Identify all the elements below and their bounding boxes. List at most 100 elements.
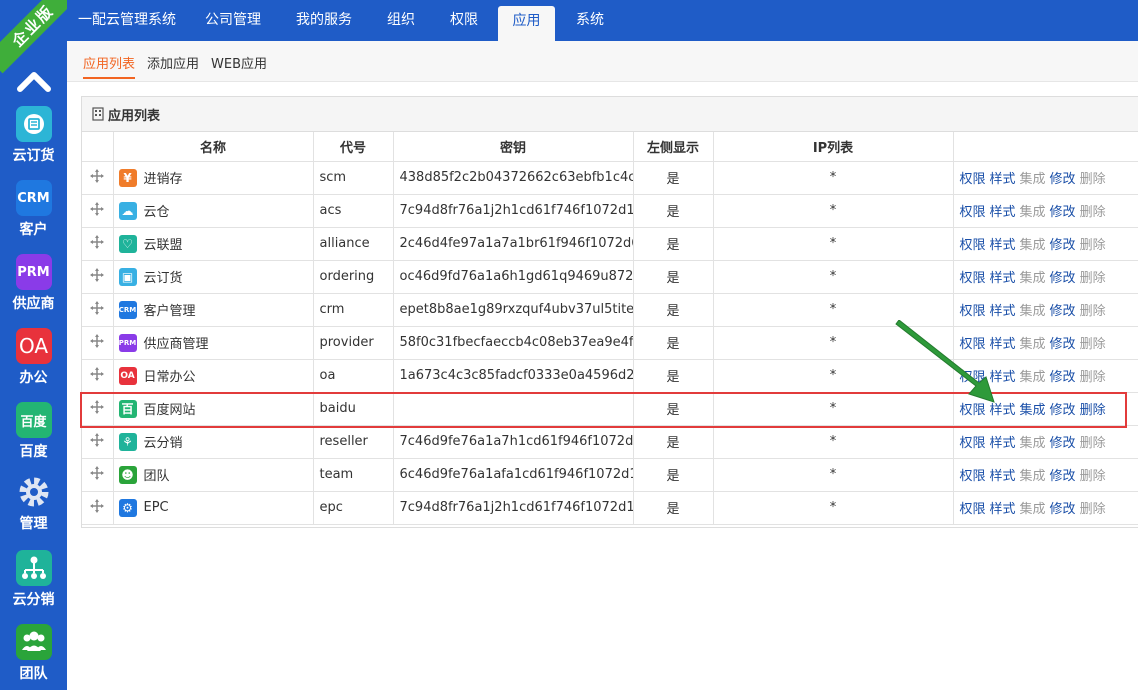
sidebar-app-label: 百度: [19, 444, 48, 460]
edit-link[interactable]: 修改: [1050, 436, 1076, 451]
tab-my-services[interactable]: 我的服务: [296, 0, 352, 41]
table-row: PRM 供应商管理 provider 58f0c31fbecfaeccb4c08eb3…: [82, 326, 1138, 360]
app-name: 进销存: [143, 172, 183, 187]
tab-permission[interactable]: 权限: [450, 0, 478, 41]
sidebar-app-gear[interactable]: 管理: [0, 474, 67, 533]
top-navigation: 一配云管理系统 公司管理 我的服务 组织 权限 应用 系统: [67, 0, 1138, 41]
actions-cell: 权限 样式 集成 修改 删除: [953, 392, 1138, 426]
ip-list: *: [713, 293, 954, 327]
app-name-cell: ▣ 云订货: [113, 260, 314, 294]
edit-link[interactable]: 修改: [1050, 238, 1076, 253]
integrate-link: 集成: [1019, 172, 1046, 187]
drag-cell: [82, 392, 114, 426]
sidebar-app-prm[interactable]: PRM 供应商: [0, 254, 67, 313]
permission-link[interactable]: 权限: [960, 205, 986, 220]
move-handle-icon[interactable]: [90, 432, 105, 451]
sub-navigation: 应用列表 添加应用 WEB应用: [67, 41, 1138, 82]
style-link[interactable]: 样式: [990, 370, 1016, 385]
tab-system[interactable]: 系统: [576, 0, 604, 41]
sidebar-app-crm[interactable]: CRM 客户: [0, 180, 67, 239]
app-key: oc46d9fd76a1a6h1gd61q9469u872d1e: [393, 260, 634, 294]
style-link[interactable]: 样式: [990, 403, 1016, 418]
tab-applications[interactable]: 应用: [498, 6, 555, 41]
style-link[interactable]: 样式: [990, 172, 1016, 187]
move-handle-icon[interactable]: [90, 333, 105, 352]
permission-link[interactable]: 权限: [960, 370, 986, 385]
sidebar-app-ordering[interactable]: 云订货: [0, 106, 67, 165]
subtab-app-list[interactable]: 应用列表: [83, 53, 136, 79]
tab-organization[interactable]: 组织: [387, 0, 415, 41]
style-link[interactable]: 样式: [990, 502, 1016, 517]
app-code: team: [313, 458, 394, 492]
drag-cell: [82, 458, 114, 492]
move-handle-icon[interactable]: [90, 234, 105, 253]
permission-link[interactable]: 权限: [960, 304, 986, 319]
table-row: OA 日常办公 oa 1a673c4c3c85fadcf0333e0a4596d220…: [82, 359, 1138, 393]
style-link[interactable]: 样式: [990, 271, 1016, 286]
table-row: ☁ 云仓 acs 7c94d8fr76a1j2h1cd61f746f1072d1n 是 *…: [82, 194, 1138, 228]
delete-link: 删除: [1079, 271, 1106, 286]
app-name-cell: ¥ 进销存: [113, 161, 314, 195]
edit-link[interactable]: 修改: [1050, 403, 1076, 418]
left-display: 是: [633, 194, 714, 228]
move-handle-icon[interactable]: [90, 366, 105, 385]
baidu-icon: 百: [118, 399, 137, 418]
edit-link[interactable]: 修改: [1050, 205, 1076, 220]
edit-link[interactable]: 修改: [1050, 271, 1076, 286]
style-link[interactable]: 样式: [990, 304, 1016, 319]
move-handle-icon[interactable]: [90, 168, 105, 187]
sidebar-app-team[interactable]: 团队: [0, 624, 67, 683]
subtab-web-app[interactable]: WEB应用: [211, 53, 267, 77]
sidebar-app-baidu[interactable]: 百度 百度: [0, 402, 67, 461]
ip-list: *: [713, 359, 954, 393]
chevron-up-icon[interactable]: [14, 66, 54, 96]
sidebar-app-label: 管理: [19, 516, 48, 532]
edit-link[interactable]: 修改: [1050, 469, 1076, 484]
style-link[interactable]: 样式: [990, 337, 1016, 352]
app-name: 云联盟: [143, 238, 183, 253]
permission-link[interactable]: 权限: [960, 337, 986, 352]
move-handle-icon[interactable]: [90, 399, 105, 418]
brand-title: 一配云管理系统: [78, 12, 176, 28]
move-handle-icon[interactable]: [90, 498, 105, 517]
app-name-cell: OA 日常办公: [113, 359, 314, 393]
style-link[interactable]: 样式: [990, 238, 1016, 253]
edit-link[interactable]: 修改: [1050, 370, 1076, 385]
permission-link[interactable]: 权限: [960, 469, 986, 484]
permission-link[interactable]: 权限: [960, 238, 986, 253]
move-handle-icon[interactable]: [90, 201, 105, 220]
integrate-link[interactable]: 集成: [1020, 403, 1046, 418]
delete-link: 删除: [1079, 469, 1106, 484]
actions-cell: 权限 样式 集成 修改 删除: [953, 425, 1138, 459]
move-handle-icon[interactable]: [90, 465, 105, 484]
delete-link[interactable]: 删除: [1080, 403, 1106, 418]
style-link[interactable]: 样式: [990, 205, 1016, 220]
permission-link[interactable]: 权限: [960, 172, 986, 187]
ip-list: *: [713, 458, 954, 492]
integrate-link: 集成: [1019, 271, 1046, 286]
move-handle-icon[interactable]: [90, 300, 105, 319]
permission-link[interactable]: 权限: [960, 271, 986, 286]
sidebar-app-reseller[interactable]: 云分销: [0, 550, 67, 609]
integrate-link: 集成: [1019, 304, 1046, 319]
edit-link[interactable]: 修改: [1050, 337, 1076, 352]
permission-link[interactable]: 权限: [960, 502, 986, 517]
app-name-cell: PRM 供应商管理: [113, 326, 314, 360]
subtab-add-app[interactable]: 添加应用: [147, 53, 199, 77]
edit-link[interactable]: 修改: [1050, 172, 1076, 187]
sidebar-app-oa[interactable]: OA 办公: [0, 328, 67, 387]
tab-company[interactable]: 公司管理: [205, 0, 261, 41]
permission-link[interactable]: 权限: [960, 436, 986, 451]
edit-link[interactable]: 修改: [1050, 304, 1076, 319]
integrate-link: 集成: [1019, 205, 1046, 220]
style-link[interactable]: 样式: [990, 469, 1016, 484]
left-display: 是: [633, 392, 714, 426]
move-handle-icon[interactable]: [90, 267, 105, 286]
actions-cell: 权限 样式 集成 修改 删除: [953, 161, 1138, 195]
edit-link[interactable]: 修改: [1050, 502, 1076, 517]
col-key: 密钥: [393, 132, 634, 162]
permission-link[interactable]: 权限: [960, 403, 986, 418]
delete-link: 删除: [1079, 337, 1106, 352]
app-key: 58f0c31fbecfaeccb4c08eb37ea9e4f7: [393, 326, 634, 360]
style-link[interactable]: 样式: [990, 436, 1016, 451]
